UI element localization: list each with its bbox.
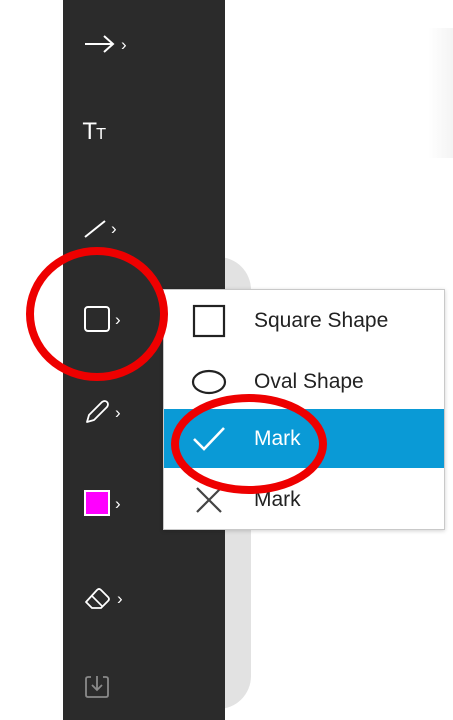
- pen-tool[interactable]: ›: [83, 392, 143, 432]
- pencil-icon: [83, 398, 111, 426]
- menu-item-label: Square Shape: [254, 308, 389, 332]
- chevron-right-icon: ›: [117, 588, 123, 608]
- checkmark-icon: [164, 409, 254, 468]
- eraser-tool[interactable]: ›: [83, 578, 143, 618]
- menu-item-cross-mark[interactable]: Mark: [164, 470, 444, 529]
- menu-item-check-mark[interactable]: Mark: [164, 409, 444, 468]
- text-tool[interactable]: TT: [83, 112, 143, 152]
- arrow-right-icon: [83, 34, 117, 54]
- text-icon: TT: [83, 119, 106, 145]
- line-tool[interactable]: ›: [83, 208, 143, 248]
- menu-item-square-shape[interactable]: Square Shape: [164, 291, 444, 350]
- shape-menu: Square Shape Oval Shape Mark Mark: [163, 289, 445, 530]
- chevron-right-icon: ›: [111, 218, 117, 238]
- menu-item-oval-shape[interactable]: Oval Shape: [164, 352, 444, 411]
- eraser-icon: [83, 585, 113, 611]
- cross-icon: [164, 470, 254, 529]
- line-icon: [83, 217, 107, 239]
- chevron-right-icon: ›: [115, 402, 121, 422]
- chevron-right-icon: ›: [115, 309, 121, 329]
- arrow-tool[interactable]: ›: [83, 24, 143, 64]
- chevron-right-icon: ›: [115, 493, 121, 513]
- oval-icon: [164, 352, 254, 411]
- menu-item-label: Mark: [254, 426, 301, 450]
- save-tool[interactable]: [83, 666, 143, 706]
- background-panel-edge: [428, 28, 453, 158]
- color-tool[interactable]: ›: [83, 483, 143, 523]
- shape-tool[interactable]: ›: [83, 299, 143, 339]
- square-icon: [164, 291, 254, 350]
- menu-item-label: Mark: [254, 487, 301, 511]
- color-swatch-icon: [83, 489, 111, 517]
- square-shape-icon: [83, 305, 111, 333]
- chevron-right-icon: ›: [121, 34, 127, 54]
- menu-item-label: Oval Shape: [254, 369, 364, 393]
- download-icon: [83, 672, 111, 700]
